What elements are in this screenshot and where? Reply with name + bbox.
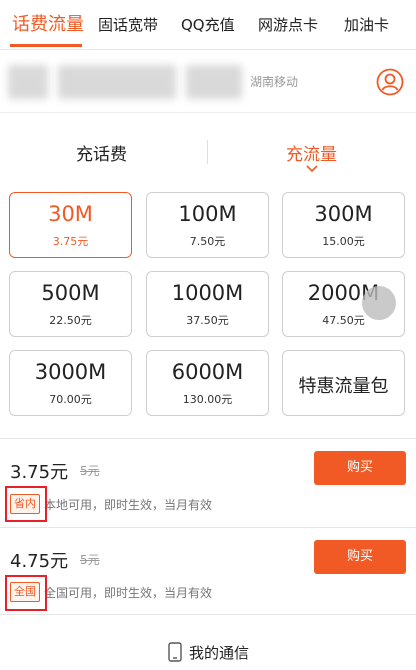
package-price: 15.00元 (322, 235, 365, 248)
package-size: 6000M (171, 360, 244, 384)
blurred-phone-number (58, 65, 176, 99)
tab-qq-recharge[interactable]: QQ充值 (181, 0, 235, 50)
phone-icon (168, 642, 182, 662)
buy-button[interactable]: 购买 (314, 451, 406, 485)
package-size: 1000M (171, 281, 244, 305)
chevron-down-icon (306, 165, 318, 173)
subtab-data[interactable]: 充流量 (286, 140, 337, 165)
package-tile[interactable]: 6000M 130.00元 (146, 350, 269, 416)
offer-original-price: 5元 (80, 464, 100, 478)
annotation-highlight-box (5, 486, 47, 522)
package-tile[interactable]: 300M 15.00元 (282, 192, 405, 258)
package-size: 500M (41, 281, 100, 305)
blurred-phone-number (186, 65, 242, 99)
package-tile[interactable]: 1000M 37.50元 (146, 271, 269, 337)
recharge-type-tabs: 充话费 充流量 (0, 114, 416, 188)
annotation-highlight-box (5, 575, 47, 611)
special-package-label: 特惠流量包 (298, 376, 389, 397)
subtab-divider (207, 140, 208, 164)
package-tile[interactable]: 30M 3.75元 (9, 192, 132, 258)
floating-scroll-handle[interactable] (362, 286, 396, 320)
subtab-phone-credit[interactable]: 充话费 (76, 140, 127, 165)
phone-number-row[interactable]: 湖南移动 (0, 51, 416, 113)
package-price: 37.50元 (186, 314, 229, 327)
buy-button[interactable]: 购买 (314, 540, 406, 574)
divider (0, 614, 416, 615)
blurred-phone-number (8, 65, 48, 99)
my-communication-label: 我的通信 (189, 644, 250, 662)
package-size: 30M (48, 202, 93, 226)
divider (0, 438, 416, 439)
offer-price: 4.75元 (10, 551, 69, 572)
offer-description: 全国可用，即时生效，当月有效 (44, 586, 213, 600)
top-tab-bar: 话费流量 固话宽带 QQ充值 网游点卡 加油卡 (0, 0, 416, 50)
offer-description: 本地可用，即时生效，当月有效 (44, 498, 213, 512)
special-package-tile[interactable]: 特惠流量包 (282, 350, 405, 416)
package-tile[interactable]: 500M 22.50元 (9, 271, 132, 337)
tab-landline-broadband[interactable]: 固话宽带 (98, 0, 158, 50)
offer-price: 3.75元 (10, 462, 69, 483)
divider (0, 527, 416, 528)
package-tile[interactable]: 3000M 70.00元 (9, 350, 132, 416)
package-size: 100M (178, 202, 237, 226)
carrier-label: 湖南移动 (250, 75, 299, 89)
tab-fuel-card[interactable]: 加油卡 (344, 0, 389, 50)
package-size: 300M (314, 202, 373, 226)
package-price: 3.75元 (52, 235, 89, 248)
footer-bar: 我的通信 (0, 636, 416, 670)
offer-original-price: 5元 (80, 553, 100, 567)
active-tab-underline (10, 44, 82, 47)
package-price: 22.50元 (49, 314, 92, 327)
package-price: 7.50元 (189, 235, 226, 248)
package-tile[interactable]: 100M 7.50元 (146, 192, 269, 258)
tab-game-cards[interactable]: 网游点卡 (258, 0, 318, 50)
package-price: 70.00元 (49, 393, 92, 406)
package-price: 130.00元 (182, 393, 233, 406)
tab-phone-data[interactable]: 话费流量 (12, 0, 84, 50)
package-size: 3000M (34, 360, 107, 384)
user-icon[interactable] (376, 68, 404, 96)
